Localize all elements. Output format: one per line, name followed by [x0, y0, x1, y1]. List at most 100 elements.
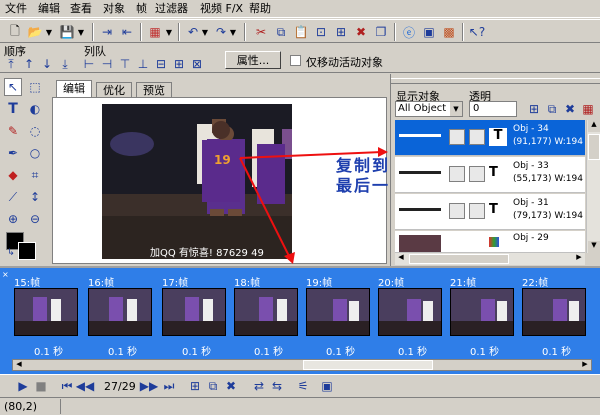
- scroll-right-icon[interactable]: ▶: [573, 253, 585, 265]
- preview-icon[interactable]: ▣: [420, 23, 438, 41]
- frame-item[interactable]: 18:帧 0.1 秒: [232, 270, 302, 362]
- move-down-icon[interactable]: ↓: [38, 55, 56, 73]
- align-bottom-icon[interactable]: ⊞: [170, 55, 188, 73]
- frame-props-icon[interactable]: ⚟: [294, 377, 312, 395]
- marquee-icon[interactable]: ⬚: [26, 78, 44, 96]
- align-top-icon[interactable]: ⊥: [134, 55, 152, 73]
- timeline-close-icon[interactable]: ×: [2, 270, 10, 279]
- chevron-down-icon[interactable]: ▼: [450, 102, 462, 116]
- menu-frame[interactable]: 帧: [136, 2, 147, 16]
- stop-icon[interactable]: ■: [32, 377, 50, 395]
- text-tool-icon[interactable]: T: [4, 100, 22, 118]
- brush-icon[interactable]: ✎: [4, 122, 22, 140]
- add-object-icon[interactable]: ⊞: [525, 100, 543, 118]
- object-row[interactable]: Obj - 29: [395, 231, 585, 253]
- scroll-up-icon[interactable]: ▲: [588, 120, 600, 132]
- rotate-tool-icon[interactable]: ◐: [26, 100, 44, 118]
- select-arrow-icon[interactable]: ↖: [4, 78, 22, 96]
- add-frame-icon[interactable]: ⊞: [186, 377, 204, 395]
- object-filter-select[interactable]: All Object ▼: [395, 101, 463, 117]
- align-right-icon[interactable]: ⊤: [116, 55, 134, 73]
- bring-front-icon[interactable]: ⤒: [2, 55, 20, 73]
- object-image-icon[interactable]: ▦: [579, 100, 597, 118]
- new-icon[interactable]: 🗋: [6, 23, 24, 41]
- zoom-in-icon[interactable]: ⊕: [4, 210, 22, 228]
- tab-preview[interactable]: 预览: [136, 82, 172, 98]
- transparency-input[interactable]: 0: [469, 101, 517, 117]
- prev-frame-icon[interactable]: ◀◀: [76, 377, 94, 395]
- scroll-left-icon[interactable]: ◀: [395, 253, 407, 265]
- delete-frame-icon[interactable]: ✖: [222, 377, 240, 395]
- only-move-active-checkbox[interactable]: [290, 55, 301, 66]
- distribute-icon[interactable]: ⊠: [188, 55, 206, 73]
- menu-file[interactable]: 文件: [5, 2, 27, 16]
- save-dropdown-icon[interactable]: ▼: [76, 23, 86, 41]
- frame-item[interactable]: 20:帧 0.1 秒: [376, 270, 446, 362]
- delete-icon[interactable]: ✖: [352, 23, 370, 41]
- move-up-icon[interactable]: ↑: [20, 55, 38, 73]
- save-icon[interactable]: 💾: [58, 23, 76, 41]
- scroll-right-icon[interactable]: ▶: [579, 360, 591, 370]
- lasso-icon[interactable]: ◌: [26, 122, 44, 140]
- browser-icon[interactable]: ⓔ: [400, 23, 418, 41]
- open-dropdown-icon[interactable]: ▼: [44, 23, 54, 41]
- redo-dropdown-icon[interactable]: ▼: [228, 23, 238, 41]
- scroll-left-icon[interactable]: ◀: [13, 360, 25, 370]
- resize-icon[interactable]: ▩: [440, 23, 458, 41]
- align-middle-icon[interactable]: ⊟: [152, 55, 170, 73]
- menu-view[interactable]: 查看: [70, 2, 92, 16]
- object-row[interactable]: T Obj - 31 (79,173) W:194: [395, 194, 585, 230]
- paste-icon[interactable]: 📋: [292, 23, 310, 41]
- crop-icon[interactable]: ⌗: [26, 166, 44, 184]
- menu-object[interactable]: 对象: [103, 2, 125, 16]
- objects-vscrollbar[interactable]: ▲ ▼: [586, 120, 600, 253]
- frame-item[interactable]: 19:帧 0.1 秒: [304, 270, 374, 362]
- frame-item[interactable]: 15:帧 0.1 秒: [12, 270, 82, 362]
- duplicate-icon[interactable]: ❐: [372, 23, 390, 41]
- properties-button[interactable]: 属性...: [225, 51, 281, 69]
- hscroll-thumb[interactable]: [409, 254, 509, 264]
- tab-edit[interactable]: 编辑: [56, 80, 92, 98]
- panel-grip[interactable]: [391, 78, 600, 84]
- paint-dropdown-icon[interactable]: ▼: [164, 23, 174, 41]
- menu-video-fx[interactable]: 视频 F/X: [200, 2, 243, 16]
- video-frame[interactable]: 19 加QQ 有惊喜! 87629 49: [102, 104, 292, 259]
- undo-dropdown-icon[interactable]: ▼: [200, 23, 210, 41]
- play-icon[interactable]: ▶: [14, 377, 32, 395]
- paste-frame-icon[interactable]: ⊞: [332, 23, 350, 41]
- copy-icon[interactable]: ⧉: [272, 23, 290, 41]
- first-frame-icon[interactable]: ⏮: [58, 377, 76, 395]
- object-row[interactable]: T Obj - 33 (55,173) W:194: [395, 157, 585, 193]
- help-pointer-icon[interactable]: ↖?: [468, 23, 486, 41]
- frame-item[interactable]: 17:帧 0.1 秒: [160, 270, 230, 362]
- import-icon[interactable]: ⇥: [98, 23, 116, 41]
- objects-hscrollbar[interactable]: ◀ ▶: [395, 253, 585, 265]
- object-row[interactable]: T Obj - 34 (91,177) W:194: [395, 120, 585, 156]
- reverse-icon[interactable]: ⇆: [268, 377, 286, 395]
- scroll-down-icon[interactable]: ▼: [588, 241, 600, 253]
- align-center-icon[interactable]: ⊣: [98, 55, 116, 73]
- open-icon[interactable]: 📂: [26, 23, 44, 41]
- timeline-scroll-thumb[interactable]: [303, 360, 433, 370]
- cut-icon[interactable]: ✂: [252, 23, 270, 41]
- frame-image-icon[interactable]: ▣: [318, 377, 336, 395]
- duplicate-frame-icon[interactable]: ⧉: [204, 377, 222, 395]
- delete-object-icon[interactable]: ✖: [561, 100, 579, 118]
- eyedropper-icon[interactable]: ⟋: [4, 188, 22, 206]
- swap-colors-icon[interactable]: ↳: [2, 244, 20, 262]
- timeline-hscrollbar[interactable]: ◀ ▶: [12, 359, 592, 371]
- paint-icon[interactable]: ▦: [146, 23, 164, 41]
- ellipse-icon[interactable]: ○: [26, 144, 44, 162]
- fill-icon[interactable]: ◆: [4, 166, 22, 184]
- tab-optimize[interactable]: 优化: [96, 82, 132, 98]
- resize-tool-icon[interactable]: ↕: [26, 188, 44, 206]
- copy-frame-icon[interactable]: ⊡: [312, 23, 330, 41]
- scroll-thumb[interactable]: [588, 134, 600, 160]
- align-left-icon[interactable]: ⊢: [80, 55, 98, 73]
- copy-object-icon[interactable]: ⧉: [543, 100, 561, 118]
- frame-item[interactable]: 16:帧 0.1 秒: [86, 270, 156, 362]
- menu-help[interactable]: 帮助: [249, 2, 271, 16]
- background-color-swatch[interactable]: [18, 242, 36, 260]
- menu-filter[interactable]: 过滤器: [155, 2, 188, 16]
- frame-item[interactable]: 22:帧 0.1 秒: [520, 270, 590, 362]
